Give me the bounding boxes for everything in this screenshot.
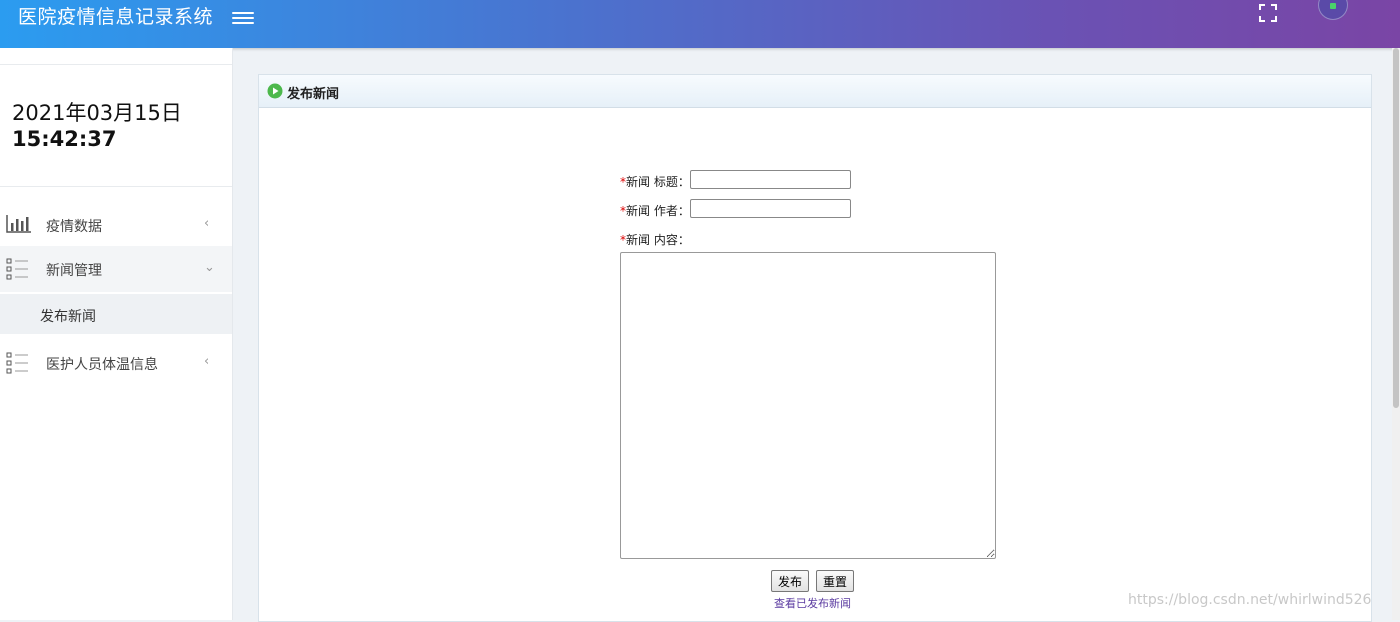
bar-chart-icon: [6, 215, 31, 233]
news-author-label: *新闻 作者：: [620, 204, 690, 218]
news-content-label: *新闻 内容：: [620, 233, 690, 247]
main-panel: 发布新闻 *新闻 标题： *新闻 作者： *新闻 内容： 发布 重置 查看已发布…: [258, 74, 1372, 622]
page-scrollbar[interactable]: [1392, 48, 1400, 620]
app-title: 医院疫情信息记录系统: [18, 6, 214, 28]
scrollbar-thumb[interactable]: [1393, 48, 1399, 408]
hamburger-menu-icon[interactable]: [232, 9, 254, 27]
list-icon: [6, 352, 28, 374]
user-avatar[interactable]: [1318, 0, 1348, 20]
chevron-left-icon: ‹: [204, 354, 210, 369]
news-content-textarea[interactable]: [620, 252, 996, 559]
sidebar-subitem-publish-news[interactable]: 发布新闻: [0, 294, 232, 334]
current-datetime: 2021年03月15日 15:42:37: [12, 100, 182, 152]
top-header: 医院疫情信息记录系统: [0, 0, 1400, 48]
sidebar-item-label: 医护人员体温信息: [46, 357, 158, 373]
view-published-news-link[interactable]: 查看已发布新闻: [774, 595, 851, 611]
sidebar-item-news-management[interactable]: 新闻管理 ⌄: [0, 246, 232, 292]
play-circle-icon: [267, 83, 283, 99]
watermark: https://blog.csdn.net/whirlwind526: [1128, 592, 1372, 608]
fullscreen-icon[interactable]: [1258, 3, 1278, 23]
sidebar-item-staff-temperature[interactable]: 医护人员体温信息 ‹: [0, 340, 232, 386]
chevron-left-icon: ‹: [204, 216, 210, 231]
current-time: 15:42:37: [12, 127, 117, 151]
news-title-label: *新闻 标题：: [620, 175, 690, 189]
news-title-input[interactable]: [690, 170, 851, 189]
current-date: 2021年03月15日: [12, 101, 182, 125]
sidebar: 2021年03月15日 15:42:37 疫情数据 ‹ 新闻管理 ⌄ 发布新闻: [0, 48, 233, 620]
panel-header: 发布新闻: [259, 75, 1371, 108]
publish-button[interactable]: 发布: [771, 570, 810, 592]
sidebar-item-epidemic-data[interactable]: 疫情数据 ‹: [0, 202, 232, 248]
list-icon: [6, 258, 28, 280]
sidebar-item-label: 疫情数据: [46, 219, 102, 235]
chevron-down-icon: ⌄: [204, 260, 215, 275]
sidebar-subitem-label: 发布新闻: [40, 309, 96, 325]
panel-title: 发布新闻: [287, 87, 340, 102]
sidebar-item-label: 新闻管理: [46, 263, 102, 279]
news-author-input[interactable]: [690, 199, 851, 218]
reset-button[interactable]: 重置: [816, 570, 855, 592]
